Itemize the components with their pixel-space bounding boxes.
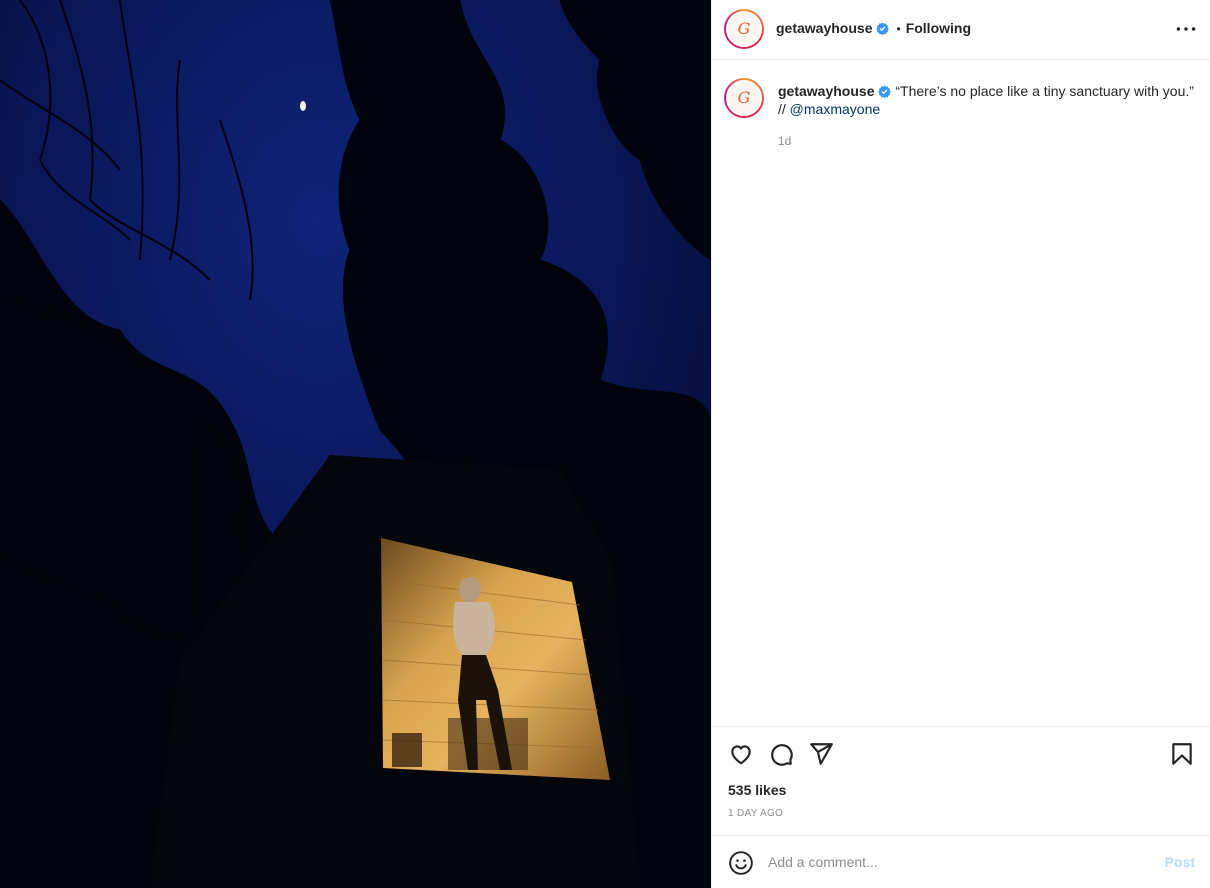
caption-age[interactable]: 1d — [778, 134, 791, 148]
comment-bar: Post — [712, 835, 1210, 888]
comment-input[interactable] — [768, 850, 1148, 874]
post-image[interactable] — [0, 0, 711, 888]
post-detail-panel: G getawayhouse • Following G getawayhouse … — [711, 0, 1210, 888]
emoji-icon[interactable] — [728, 850, 754, 876]
post-header: G getawayhouse • Following — [712, 0, 1210, 60]
avatar-letter: G — [728, 82, 760, 114]
author-avatar[interactable]: G — [724, 9, 764, 49]
caption-avatar[interactable]: G — [724, 78, 764, 118]
caption-username[interactable]: getawayhouse — [778, 83, 874, 99]
share-icon[interactable] — [808, 741, 834, 767]
more-options-icon[interactable] — [1173, 16, 1199, 42]
author-username[interactable]: getawayhouse — [776, 20, 872, 36]
comment-icon[interactable] — [768, 741, 794, 767]
bookmark-icon[interactable] — [1169, 741, 1195, 767]
verified-badge-icon — [876, 22, 890, 35]
post-timestamp[interactable]: 1 DAY AGO — [728, 808, 783, 819]
verified-badge-icon — [878, 85, 892, 98]
action-bar — [712, 726, 1210, 778]
avatar-letter: G — [728, 13, 760, 45]
caption-mention-link[interactable]: @maxmayone — [790, 101, 880, 117]
night-cabin-photo — [0, 0, 711, 888]
post-comment-button[interactable]: Post — [1165, 854, 1195, 870]
separator-dot: • — [896, 22, 901, 36]
caption-text-block: getawayhouse “There’s no place like a ti… — [778, 82, 1198, 118]
following-button[interactable]: Following — [906, 20, 971, 36]
heart-icon[interactable] — [728, 741, 754, 767]
likes-count[interactable]: 535 likes — [728, 782, 786, 798]
moon — [300, 101, 306, 111]
